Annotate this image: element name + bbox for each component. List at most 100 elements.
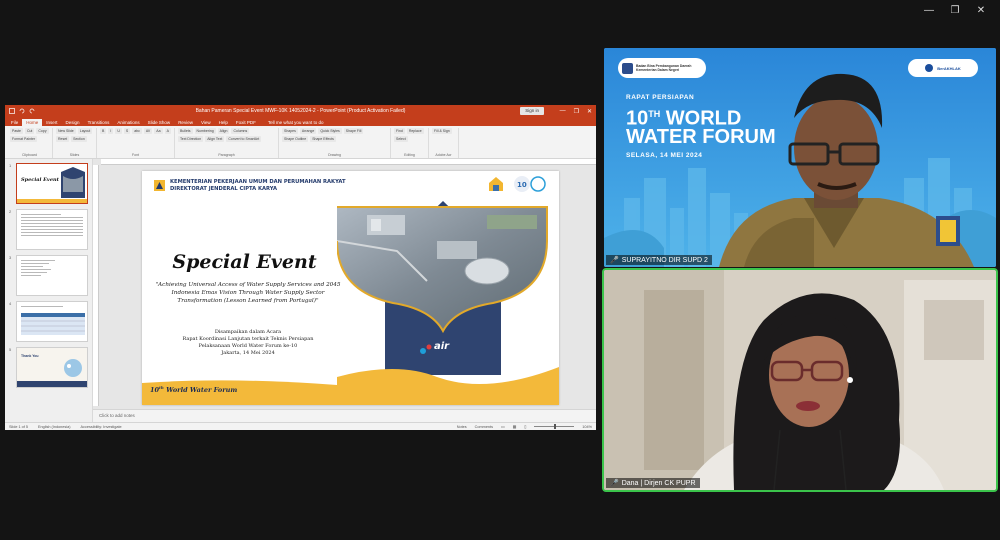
reading-view-icon[interactable]: ▯ [524,424,526,429]
bg-right-text: BerAKHLAK [937,65,961,71]
section-button[interactable]: Section [71,136,87,142]
restore-icon[interactable]: ❐ [944,4,966,18]
title-bar: Bahan Pameran Special Event MWF-10K 1405… [5,105,596,117]
slide-thumbnail-1[interactable]: Special Event [16,163,88,204]
slide-number: 4 [9,301,12,306]
restore-icon[interactable]: ❐ [574,108,579,115]
status-right: Notes Comments ▭ ▦ ▯ 104% [457,424,592,429]
group-label: Font [131,153,139,157]
font-color-button[interactable]: A [164,128,171,134]
reset-button[interactable]: Reset [56,136,70,142]
group-label: Slides [69,153,80,157]
find-button[interactable]: Find [394,128,405,134]
minimize-icon[interactable]: — [918,4,940,18]
tab-animations[interactable]: Animations [113,119,143,126]
slide-thumbnail-4[interactable] [16,301,88,342]
org-line-1: KEMENTERIAN PEKERJAAN UMUM DAN PERUMAHAN… [170,179,346,185]
text-direction-button[interactable]: Text Direction [178,136,204,142]
slide-thumbnail-3[interactable] [16,255,88,296]
shapes-button[interactable]: Shapes [282,128,298,134]
new-slide-button[interactable]: New Slide [56,128,76,134]
shape-effects-button[interactable]: Shape Effects [310,136,336,142]
slide-thumbnail-5[interactable]: Thank You [16,347,88,388]
tab-file[interactable]: File [7,119,22,126]
copy-button[interactable]: Copy [36,128,49,134]
sign-in-button[interactable]: Sign in [520,107,544,115]
fill-sign-button[interactable]: Fill & Sign [432,128,452,134]
slide-counter: Slide 1 of 5 [9,424,28,429]
ribbon-group-adobe: Fill & Sign Adobe Acr [429,128,459,158]
quick-styles-button[interactable]: Quick Styles [318,128,342,134]
footer-rest: World Water Forum [163,386,238,395]
status-bar: Slide 1 of 5 English (Indonesia) Accessi… [5,422,596,430]
current-slide[interactable]: KEMENTERIAN PEKERJAAN UMUM DAN PERUMAHAN… [142,171,559,405]
numbering-button[interactable]: Numbering [194,128,216,134]
shape-outline-button[interactable]: Shape Outline [282,136,309,142]
thumbnail-row[interactable]: 1 Special Event [9,163,90,204]
tab-transitions[interactable]: Transitions [84,119,114,126]
tab-view[interactable]: View [197,119,215,126]
shadow-button[interactable]: S [123,128,131,134]
video-tile-dana[interactable]: 🎤 Dana | Dirjen CK PUPR [602,268,998,492]
align-button[interactable]: Align [217,128,230,134]
strikethrough-button[interactable]: abc [132,128,142,134]
tab-help[interactable]: Help [215,119,232,126]
accessibility-indicator[interactable]: Accessibility: Investigate [81,425,122,429]
comments-button[interactable]: Comments [475,425,493,429]
select-button[interactable]: Select [394,136,408,142]
event-title-line-2: WATER FORUM [626,126,776,148]
close-icon[interactable]: ✕ [970,4,992,18]
thumbnail-row[interactable]: 4 [9,301,90,342]
change-case-button[interactable]: Aa [154,128,163,134]
tab-insert[interactable]: Insert [42,119,61,126]
tab-review[interactable]: Review [174,119,197,126]
video-tile-suprayitno[interactable]: Badan Bina Pembangunan Daerah Kementeria… [604,48,996,267]
tab-home[interactable]: Home [22,119,43,126]
shape-fill-button[interactable]: Shape Fill [343,128,364,134]
zoom-slider[interactable] [534,424,575,429]
layout-button[interactable]: Layout [77,128,93,134]
thumbnail-row[interactable]: 3 [9,255,90,296]
spacing-button[interactable]: AV [143,128,153,134]
event-logos-icon: 10 [489,176,546,192]
notes-pane[interactable]: Click to add notes [93,409,596,422]
smartart-button[interactable]: Convert to SmartArt [226,136,262,142]
group-label: Adobe Acr [435,153,452,157]
sorter-view-icon[interactable]: ▦ [513,424,517,429]
ribbon-tabs: File Home Insert Design Transitions Anim… [5,117,596,126]
slide-thumbnail-2[interactable] [16,209,88,250]
thumbnail-row[interactable]: 5 Thank You [9,347,90,388]
close-icon[interactable]: ✕ [587,108,592,115]
paste-button[interactable]: Paste [10,128,23,134]
italic-button[interactable]: I [108,128,114,134]
ribbon-group-editing: Find Replace Select Editing [391,128,429,158]
tell-me-search[interactable]: Tell me what you want to do [264,119,328,126]
cut-button[interactable]: Cut [24,128,35,134]
group-label: Drawing [328,153,341,157]
event-sup: TH [648,109,661,119]
powerpoint-window: Bahan Pameran Special Event MWF-10K 1405… [5,105,596,430]
normal-view-icon[interactable]: ▭ [501,424,505,429]
group-label: Editing [404,153,415,157]
berakhlak-logo-icon [925,64,934,72]
bullets-button[interactable]: Bullets [178,128,193,134]
slide-editor[interactable]: KEMENTERIAN PEKERJAAN UMUM DAN PERUMAHAN… [93,159,596,422]
zoom-level[interactable]: 104% [582,425,592,429]
horizontal-ruler [101,159,596,165]
tab-slide-show[interactable]: Slide Show [144,119,175,126]
language-indicator[interactable]: English (Indonesia) [38,425,71,429]
arrange-button[interactable]: Arrange [299,128,317,134]
replace-button[interactable]: Replace [406,128,424,134]
ppt-body: 1 Special Event 2 3 4 5 Thank You KEMENT… [5,159,596,422]
minimize-icon[interactable]: — [560,108,566,115]
tab-design[interactable]: Design [62,119,84,126]
format-painter-button[interactable]: Format Painter [10,136,38,142]
tab-foxit-pdf[interactable]: Foxit PDF [232,119,260,126]
bold-button[interactable]: B [100,128,107,134]
thumbnail-row[interactable]: 2 [9,209,90,250]
columns-button[interactable]: Columns [231,128,250,134]
underline-button[interactable]: U [115,128,122,134]
align-text-button[interactable]: Align Text [205,136,225,142]
notes-button[interactable]: Notes [457,425,467,429]
slide-thumbnails[interactable]: 1 Special Event 2 3 4 5 Thank You [5,159,93,422]
